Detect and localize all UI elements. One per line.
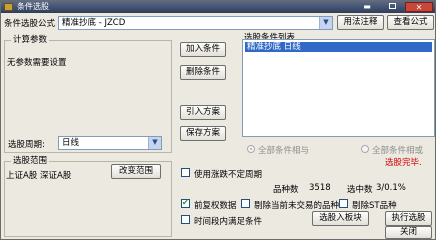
prev-data-checkbox[interactable]: ✔	[181, 198, 190, 208]
formula-value: 精准抄底 - JZCD	[62, 18, 126, 28]
add-condition-button[interactable]: 加入条件	[180, 42, 226, 57]
view-formula-button[interactable]: 查看公式	[387, 15, 434, 30]
close-icon[interactable]: ✕	[405, 2, 433, 12]
formula-select[interactable]: 精准抄底 - JZCD ▼	[58, 16, 333, 30]
maximize-icon[interactable]	[381, 2, 403, 12]
status-text: 选股完毕.	[385, 158, 422, 168]
exclude-st-checkbox[interactable]	[339, 199, 348, 208]
uncertain-period-label: 使用涨跌不定周期	[194, 170, 263, 180]
and-radio[interactable]	[247, 145, 255, 153]
selected-count-label: 选中数	[347, 185, 373, 195]
scope-group-title: 选股范围	[11, 156, 50, 166]
period-value: 日线	[62, 138, 80, 148]
selected-count-value: 3/0.1%	[376, 183, 406, 193]
params-group-title: 计算参数	[11, 35, 50, 45]
or-radio[interactable]	[361, 145, 369, 153]
import-plan-button[interactable]: 引入方案	[180, 105, 226, 120]
total-count-value: 3518	[309, 183, 331, 193]
scope-text: 上证A股 深证A股	[6, 171, 72, 181]
change-scope-button[interactable]: 改变范围	[111, 164, 161, 179]
run-selection-button[interactable]: 执行选股	[385, 211, 432, 226]
period-label: 选股周期:	[8, 140, 45, 150]
list-item[interactable]: 精准抄底 日线	[245, 42, 432, 52]
and-radio-label: 全部条件相与	[258, 146, 310, 156]
or-radio-label: 全部条件相或	[372, 146, 424, 156]
condition-stock-picker-window: 条件选股 ▬ ✕ 条件选股公式 精准抄底 - JZCD ▼ 用法注释 查看公式 …	[0, 0, 436, 240]
chevron-down-icon[interactable]: ▼	[148, 137, 161, 149]
exclude-suspended-label: 剔除当前未交易的品种	[254, 201, 340, 211]
check-icon: ✔	[182, 198, 189, 207]
delete-condition-button[interactable]: 删除条件	[180, 65, 226, 80]
window-title: 条件选股	[17, 2, 49, 11]
app-icon	[4, 3, 13, 11]
close-button[interactable]: 关闭	[385, 226, 432, 239]
chevron-down-icon[interactable]: ▼	[319, 17, 332, 29]
usage-notes-button[interactable]: 用法注释	[337, 15, 384, 30]
minimize-icon[interactable]: ▬	[356, 2, 378, 12]
prev-data-label: 前复权数据	[194, 201, 237, 211]
uncertain-period-checkbox[interactable]	[181, 168, 190, 177]
save-plan-button[interactable]: 保存方案	[180, 126, 226, 141]
exclude-st-label: 剔除ST品种	[352, 201, 397, 211]
add-to-block-button[interactable]: 选股入板块	[312, 211, 369, 226]
exclude-suspended-checkbox[interactable]	[241, 199, 250, 208]
in-period-label: 时间段内满足条件	[194, 217, 263, 227]
formula-label: 条件选股公式	[4, 19, 56, 29]
condition-list[interactable]: 精准抄底 日线	[242, 39, 435, 137]
in-period-checkbox[interactable]	[181, 215, 190, 224]
title-bar: 条件选股 ▬ ✕	[1, 1, 435, 13]
total-count-label: 品种数	[273, 185, 299, 195]
no-params-text: 无参数需要设置	[7, 58, 67, 68]
period-select[interactable]: 日线 ▼	[58, 136, 162, 150]
